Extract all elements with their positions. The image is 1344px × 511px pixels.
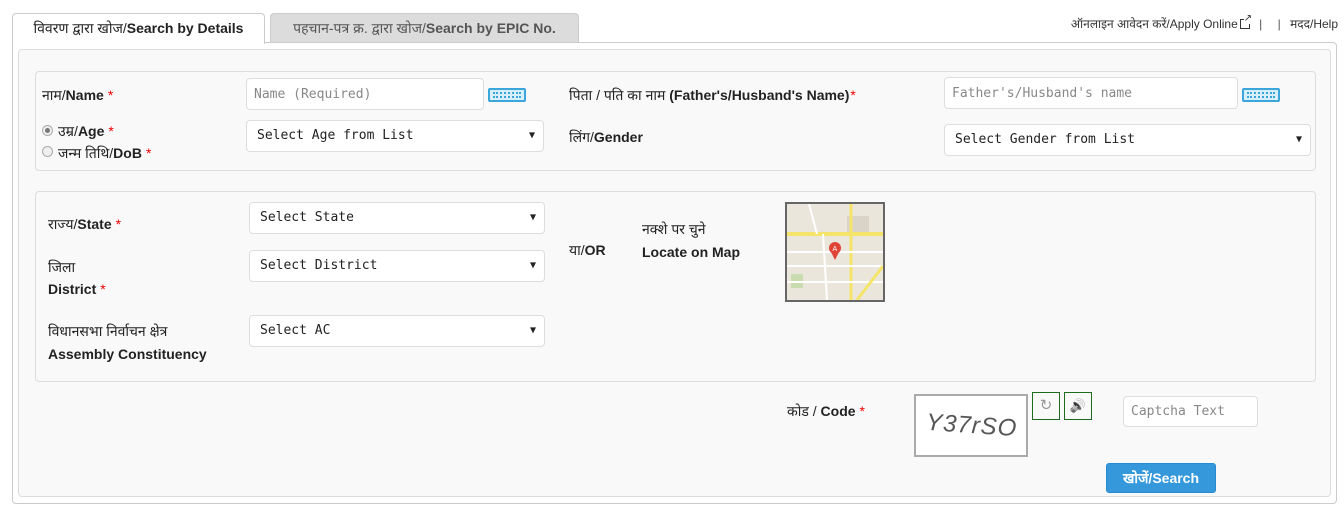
name-input[interactable] xyxy=(246,78,484,110)
captcha-image: Y37rSO xyxy=(914,394,1028,457)
personal-details-section: नाम/Name* उम्र/Age* जन्म तिथि/DoB* Selec… xyxy=(35,71,1316,171)
audio-captcha-button[interactable]: 🔊 xyxy=(1064,392,1092,420)
tab-search-by-epic[interactable]: पहचान-पत्र क्र. द्वारा खोज/Search by EPI… xyxy=(270,13,579,43)
separator: | xyxy=(1259,17,1263,31)
location-section: राज्य/State * Select State ▼ जिला Distric… xyxy=(35,191,1316,382)
tab-label-hi: विवरण द्वारा खोज/ xyxy=(33,20,127,36)
tab-label-hi: पहचान-पत्र क्र. द्वारा खोज/ xyxy=(293,20,426,36)
age-radio[interactable] xyxy=(42,125,53,136)
speaker-icon: 🔊 xyxy=(1069,398,1087,413)
dob-radio[interactable] xyxy=(42,146,53,157)
virtual-keyboard-icon[interactable] xyxy=(488,88,526,102)
apply-online-label: ऑनलाइन आवेदन करें/Apply Online xyxy=(1070,17,1238,31)
state-select[interactable]: Select State ▼ xyxy=(249,202,545,234)
code-label: कोड / Code * xyxy=(787,403,865,419)
district-label-hi: जिला xyxy=(48,259,76,275)
gender-label: लिंग/Gender xyxy=(569,129,643,145)
locate-on-map-thumbnail[interactable]: A xyxy=(785,202,885,302)
age-select-value: Select Age from List xyxy=(257,128,414,143)
apply-online-link[interactable]: ऑनलाइन आवेदन करें/Apply Online xyxy=(1070,14,1253,31)
dropdown-caret-icon: ▼ xyxy=(529,212,536,223)
age-label: उम्र/Age * xyxy=(58,123,114,139)
gender-select[interactable]: Select Gender from List ▼ xyxy=(944,124,1311,156)
captcha-input[interactable] xyxy=(1123,396,1258,427)
ac-select[interactable]: Select AC ▼ xyxy=(249,315,545,347)
dropdown-caret-icon: ▼ xyxy=(529,260,536,271)
external-link-icon xyxy=(1239,14,1253,29)
dropdown-caret-icon: ▼ xyxy=(529,325,536,336)
search-form: नाम/Name* उम्र/Age* जन्म तिथि/DoB* Selec… xyxy=(18,49,1331,497)
or-label: या/OR xyxy=(569,242,606,258)
search-panel: नाम/Name* उम्र/Age* जन्म तिथि/DoB* Selec… xyxy=(12,42,1337,504)
tab-search-by-details[interactable]: विवरण द्वारा खोज/Search by Details xyxy=(12,13,265,44)
top-links: ऑनलाइन आवेदन करें/Apply Online | | मदद/H… xyxy=(1070,14,1338,32)
captcha-text: Y37rSO xyxy=(925,408,1019,443)
separator: | xyxy=(1277,17,1281,31)
district-select[interactable]: Select District ▼ xyxy=(249,250,545,282)
ac-label-hi: विधानसभा निर्वाचन क्षेत्र xyxy=(48,323,168,339)
dropdown-caret-icon: ▼ xyxy=(528,130,535,141)
father-name-input[interactable] xyxy=(944,77,1238,109)
refresh-captcha-button[interactable]: ↻ xyxy=(1032,392,1060,420)
dropdown-caret-icon: ▼ xyxy=(1295,134,1302,145)
refresh-icon: ↻ xyxy=(1039,397,1053,414)
father-name-label: पिता / पति का नाम (Father's/Husband's Na… xyxy=(569,87,856,103)
gender-select-value: Select Gender from List xyxy=(955,132,1136,147)
age-select[interactable]: Select Age from List ▼ xyxy=(246,120,544,152)
svg-text:A: A xyxy=(833,246,838,253)
dob-label: जन्म तिथि/DoB * xyxy=(58,145,152,161)
map-icon: A xyxy=(787,204,883,300)
district-label: District * xyxy=(48,281,106,297)
help-link[interactable]: मदद/Help xyxy=(1290,17,1338,31)
virtual-keyboard-icon[interactable] xyxy=(1242,88,1280,102)
district-select-value: Select District xyxy=(260,258,378,273)
tab-label-en: Search by Details xyxy=(126,20,244,36)
ac-select-value: Select AC xyxy=(260,323,331,338)
state-label: राज्य/State * xyxy=(48,216,122,232)
ac-label: Assembly Constituency xyxy=(48,346,207,362)
locate-map-label: Locate on Map xyxy=(642,244,741,260)
locate-map-label-hi: नक्शे पर चुने xyxy=(642,221,706,237)
name-label: नाम/Name * xyxy=(42,87,114,103)
tab-label-en: Search by EPIC No. xyxy=(425,20,556,36)
search-button[interactable]: खोजें/Search xyxy=(1106,463,1216,493)
state-select-value: Select State xyxy=(260,210,354,225)
